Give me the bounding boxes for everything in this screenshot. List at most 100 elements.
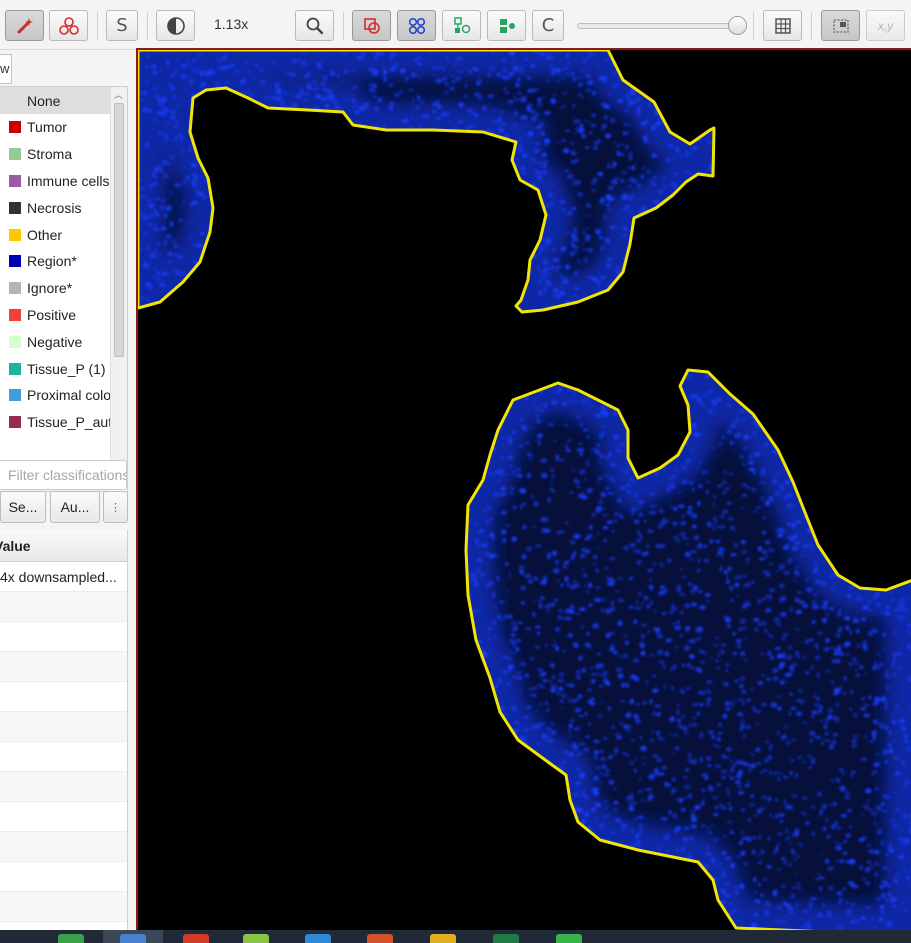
slider-thumb[interactable] [728,16,747,35]
overview-icon [831,16,851,36]
wand-tool-button[interactable] [5,10,44,41]
taskbar-app-icon[interactable] [430,934,456,943]
class-label: Other [27,226,63,243]
table-row[interactable] [0,652,127,682]
class-item[interactable]: Tissue_P_auto [0,409,110,436]
class-color-swatch [9,201,21,214]
table-row[interactable] [0,862,127,892]
class-label: Proximal colon [27,387,110,404]
more-options-button[interactable]: ⋮ [103,491,128,523]
taskbar-app-icon[interactable] [367,934,393,943]
class-label: Negative [27,333,83,350]
show-channels-button[interactable]: C [532,10,564,41]
class-label: Tissue_P_auto [27,414,110,431]
s-label: S [116,15,128,36]
show-cells-button[interactable] [397,10,436,41]
taskbar-app-icon[interactable] [243,934,269,943]
filter-classifications-input[interactable] [0,460,127,490]
class-color-swatch [9,282,21,295]
opacity-slider[interactable] [575,14,747,38]
table-row[interactable] [0,772,127,802]
class-item[interactable]: Other [0,221,110,248]
class-item[interactable]: Negative [0,328,110,355]
set-class-button[interactable]: Se... [0,491,46,523]
class-item[interactable]: Stroma [0,141,110,168]
class-item[interactable]: Region* [0,248,110,275]
value-column-header[interactable]: Value [0,530,127,562]
main-toolbar: S 1.13x C x,y [0,0,911,50]
table-row[interactable] [0,832,127,862]
taskbar-app-icon[interactable] [556,934,582,943]
taskbar-app-icon[interactable] [305,934,331,943]
class-color-swatch [9,416,21,429]
class-item[interactable]: Necrosis [0,194,110,221]
table-row[interactable] [0,802,127,832]
image-viewer[interactable] [136,48,911,930]
table-row[interactable] [0,622,127,652]
class-color-swatch [9,228,21,241]
toolbar-separator [811,12,812,40]
toolbar-separator [97,12,98,40]
class-label: Ignore* [27,280,73,297]
class-item[interactable]: Proximal colon [0,382,110,409]
class-item[interactable]: Ignore* [0,275,110,302]
class-label: Region* [27,253,77,270]
class-label: Immune cells [27,172,110,189]
c-label: C [541,15,555,36]
class-item[interactable]: Tumor [0,114,110,141]
objects-icon [452,16,472,36]
panel-tab[interactable]: w [0,54,12,84]
scroll-up-icon[interactable]: ︿ [114,88,123,101]
show-location-button[interactable]: x,y [866,10,905,41]
class-item[interactable]: None [0,87,110,114]
class-item[interactable]: Tissue_P (1) [0,355,110,382]
class-color-swatch [9,308,21,321]
classification-icon [497,16,517,36]
brightness-contrast-button[interactable] [156,10,195,41]
class-color-swatch [9,335,21,348]
table-row[interactable] [0,592,127,622]
brush-icon [58,16,80,36]
table-row[interactable]: 4x downsampled... [0,562,127,592]
measurement-table: Value 4x downsampled... [0,530,128,930]
toolbar-separator [147,12,148,40]
class-item[interactable]: Immune cells [0,167,110,194]
table-row[interactable] [0,712,127,742]
class-label: Positive [27,306,77,323]
show-grid-button[interactable] [763,10,802,41]
slide-image[interactable] [138,50,911,930]
class-color-swatch [9,362,21,375]
show-overview-button[interactable] [821,10,860,41]
table-row[interactable] [0,892,127,922]
class-label: Stroma [27,146,73,163]
taskbar-app-icon[interactable] [183,934,209,943]
classification-list[interactable]: None Tumor Stroma Immune cells Necrosis Other… [0,86,128,492]
auto-set-button[interactable]: Au... [50,491,100,523]
location-icon: x,y [877,18,894,33]
table-row[interactable] [0,742,127,772]
zoom-to-fit-button[interactable] [295,10,334,41]
class-item[interactable]: Positive [0,301,110,328]
taskbar-app-icon[interactable] [58,934,84,943]
show-slide-button[interactable]: S [106,10,138,41]
show-annotations-button[interactable] [352,10,391,41]
scrollbar-thumb[interactable] [114,103,124,357]
detections-fill-button[interactable] [487,10,526,41]
class-color-swatch [9,255,21,268]
taskbar-app-icon[interactable] [493,934,519,943]
os-taskbar [0,930,911,943]
zoom-level: 1.13x [214,16,249,32]
slider-track [577,23,739,29]
table-row[interactable] [0,682,127,712]
zoom-icon [305,16,325,36]
class-label: None [27,92,61,109]
brush-tool-button[interactable] [49,10,88,41]
contrast-icon [166,16,186,36]
class-list-vertical-scrollbar[interactable]: ︿ ﹀ [110,87,127,477]
class-label: Tumor [27,119,67,136]
class-color-swatch [9,174,21,187]
grid-icon [773,16,793,36]
object-hierarchy-button[interactable] [442,10,481,41]
taskbar-app-icon[interactable] [120,934,146,943]
class-label: Tissue_P (1) [27,360,106,377]
